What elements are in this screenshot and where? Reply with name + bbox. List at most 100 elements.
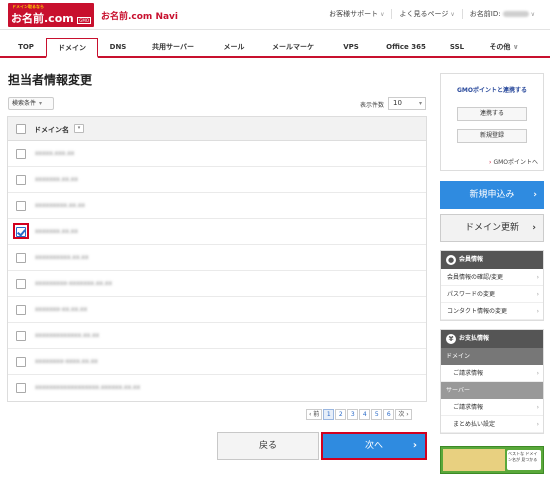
row-checkbox[interactable]	[16, 253, 26, 263]
password-change-label: パスワードの変更	[447, 291, 496, 298]
tab-mail-marketing[interactable]: メールマーケ	[260, 38, 326, 56]
tab-other-label: その他	[489, 43, 511, 51]
chevron-right-icon: ›	[536, 308, 539, 315]
chevron-right-icon: ›	[536, 291, 539, 298]
sort-icon[interactable]: ▾	[74, 124, 84, 133]
table-row[interactable]: xxxxxxxxxxxxx.xx.xx	[8, 323, 426, 349]
gmo-point-title: GMOポイントと連携する	[457, 87, 527, 94]
server-billing-link[interactable]: ご請求情報 ›	[441, 399, 543, 416]
onamae-logo[interactable]: ドメイン取るなら お名前.com GMO	[8, 3, 94, 27]
perpage-label: 表示件数	[360, 102, 385, 109]
perpage-select[interactable]: 10 ▾	[388, 97, 426, 110]
banner-image	[443, 449, 505, 471]
tab-domain[interactable]: ドメイン	[46, 38, 98, 58]
tab-dns[interactable]: DNS	[98, 38, 138, 56]
bulk-payment-label: まとめ払い設定	[453, 421, 496, 428]
frequent-pages-menu[interactable]: よく見るページ ∨	[391, 9, 461, 19]
page-4-button[interactable]: 4	[359, 409, 371, 420]
bulk-payment-link[interactable]: まとめ払い設定 ›	[441, 416, 543, 433]
row-checkbox[interactable]	[16, 279, 26, 289]
domain-name: xxxxxxxxxxxxxxxxxx.xxxxxx.xx.xx	[35, 384, 141, 391]
tab-office365[interactable]: Office 365	[376, 38, 436, 56]
new-apply-button[interactable]: 新規申込み ›	[440, 181, 544, 209]
next-button-label: 次へ	[364, 441, 383, 451]
domain-name: xxxxxxx-xx.xx.xx	[35, 306, 88, 313]
main-nav: TOP ドメイン DNS 共用サーバー メール メールマーケ VPS Offic…	[0, 38, 550, 58]
gmo-point-link[interactable]: › GMOポイントへ	[489, 157, 538, 166]
app-name: お名前.com Navi	[101, 12, 179, 22]
table-row[interactable]: xxxxxxxx-xxxx.xx.xx	[8, 349, 426, 375]
header-links: お客様サポート ∨ よく見るページ ∨ お名前ID: ∨	[322, 9, 542, 19]
prev-page-button[interactable]: ‹ 前	[306, 409, 323, 420]
user-id-menu[interactable]: お名前ID: ∨	[461, 9, 542, 19]
wallet-icon: ¥	[446, 334, 456, 344]
chevron-down-icon: ∨	[450, 11, 455, 18]
gmo-point-box: GMOポイントと連携する 連携する 新規登録 › GMOポイントへ	[440, 73, 544, 171]
table-row[interactable]: xxxxxxxxx.xx.xx	[8, 193, 426, 219]
row-checkbox[interactable]	[16, 201, 26, 211]
member-info-panel: ● 会員情報 会員情報の確認/変更 › パスワードの変更 › コンタクト情報の変更 ›	[440, 250, 544, 321]
row-checkbox[interactable]	[16, 331, 26, 341]
new-apply-label: 新規申込み	[469, 190, 515, 200]
page-3-button[interactable]: 3	[347, 409, 359, 420]
back-button[interactable]: 戻る	[217, 432, 319, 460]
payment-info-panel: ¥ お支払情報 ドメイン ご請求情報 › サーバー ご請求情報 › まとめ払い設定 ›	[440, 329, 544, 434]
table-row[interactable]: xxxxx.xxx.xx	[8, 141, 426, 167]
table-row[interactable]: xxxxxxxxxx.xx.xx	[8, 245, 426, 271]
support-menu[interactable]: お客様サポート ∨	[322, 9, 391, 19]
domain-name: xxxxxxxxx-xxxxxxx.xx.xx	[35, 280, 112, 287]
table-row[interactable]: xxxxxxx.xx.xx	[8, 167, 426, 193]
domain-billing-link[interactable]: ご請求情報 ›	[441, 365, 543, 382]
row-checkbox[interactable]	[16, 383, 26, 393]
member-info-edit-label: 会員情報の確認/変更	[447, 274, 504, 281]
user-id-label: お名前ID:	[469, 10, 501, 18]
member-info-header: ● 会員情報	[441, 251, 543, 269]
arrow-right-icon: ›	[489, 159, 492, 166]
contact-change-label: コンタクト情報の変更	[447, 308, 508, 315]
tab-shared-server[interactable]: 共用サーバー	[138, 38, 208, 56]
logo-text: お名前.com	[11, 12, 74, 25]
page-6-button[interactable]: 6	[383, 409, 395, 420]
table-row[interactable]: xxxxxxx.xx.xx	[8, 219, 426, 245]
table-row[interactable]: xxxxxxx-xx.xx.xx	[8, 297, 426, 323]
next-button[interactable]: 次へ ›	[321, 432, 427, 460]
search-conditions-dropdown[interactable]: 検索条件 ▾	[8, 97, 54, 110]
tab-ssl[interactable]: SSL	[436, 38, 478, 56]
page-5-button[interactable]: 5	[371, 409, 383, 420]
chevron-down-icon: ▾	[39, 100, 43, 107]
row-checkbox-checked[interactable]	[16, 227, 26, 237]
payment-domain-section: ドメイン	[441, 348, 543, 365]
table-row[interactable]: xxxxxxxxx-xxxxxxx.xx.xx	[8, 271, 426, 297]
member-info-edit-link[interactable]: 会員情報の確認/変更 ›	[441, 269, 543, 286]
row-checkbox[interactable]	[16, 305, 26, 315]
promo-banner[interactable]: ベストな ドメイン名が 見つかる	[440, 446, 544, 474]
domain-name: xxxxxxxxxx.xx.xx	[35, 254, 89, 261]
password-change-link[interactable]: パスワードの変更 ›	[441, 286, 543, 303]
chevron-right-icon: ›	[533, 190, 537, 200]
select-all-checkbox[interactable]	[16, 124, 26, 134]
next-page-button[interactable]: 次 ›	[395, 409, 412, 420]
tab-top[interactable]: TOP	[6, 38, 46, 56]
table-row[interactable]: xxxxxxxxxxxxxxxxxx.xxxxxx.xx.xx	[8, 375, 426, 401]
domain-renew-button[interactable]: ドメイン更新 ›	[440, 214, 544, 242]
domain-name: xxxxxxx.xx.xx	[35, 176, 78, 183]
contact-change-link[interactable]: コンタクト情報の変更 ›	[441, 303, 543, 320]
page-2-button[interactable]: 2	[335, 409, 347, 420]
chevron-right-icon: ›	[536, 421, 539, 428]
logo-gmo-badge: GMO	[77, 17, 91, 24]
page-1-button[interactable]: 1	[323, 409, 335, 420]
gmo-register-button[interactable]: 新規登録	[457, 129, 527, 143]
chevron-down-icon: ▾	[418, 100, 422, 107]
gmo-link-button[interactable]: 連携する	[457, 107, 527, 121]
row-checkbox[interactable]	[16, 149, 26, 159]
domain-name: xxxxxxxxxxxxx.xx.xx	[35, 332, 100, 339]
tab-mail[interactable]: メール	[208, 38, 260, 56]
row-checkbox[interactable]	[16, 175, 26, 185]
tab-other[interactable]: その他 ∨	[478, 38, 530, 56]
chevron-down-icon: ∨	[380, 11, 385, 18]
domain-name: xxxxxxx.xx.xx	[35, 228, 78, 235]
support-label: お客様サポート	[329, 10, 379, 18]
tab-vps[interactable]: VPS	[326, 38, 376, 56]
row-checkbox[interactable]	[16, 357, 26, 367]
domain-column-header: ドメイン名	[34, 126, 69, 134]
